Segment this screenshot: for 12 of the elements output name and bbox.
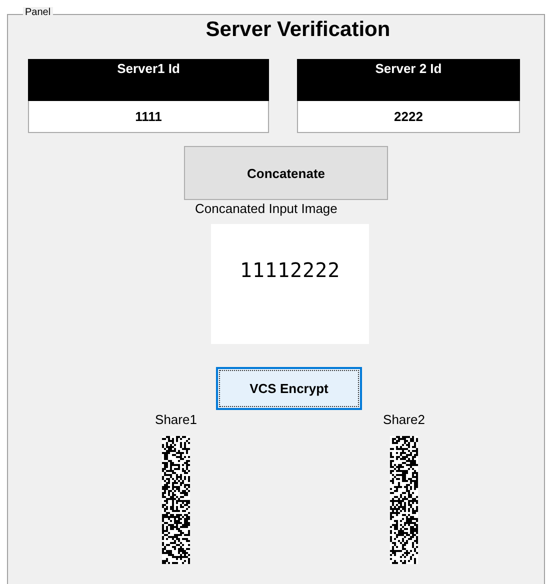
concatenate-button[interactable]: Concatenate (184, 146, 388, 200)
image-text: 11112222 (240, 258, 340, 284)
server-id-heading: Server 2 Id (297, 59, 520, 101)
share-label: Share1 (155, 412, 197, 428)
window-title: Server Verification (204, 17, 392, 43)
image-caption: Concanated Input Image (195, 201, 338, 217)
panel-label: Panel (23, 7, 53, 18)
server-id-field[interactable]: 1111 (28, 101, 269, 133)
share-label: Share2 (383, 412, 425, 428)
encrypt-button[interactable]: VCS Encrypt (216, 367, 362, 410)
server-id-heading: Server1 Id (28, 59, 269, 101)
server-id-field[interactable]: 2222 (297, 101, 520, 133)
